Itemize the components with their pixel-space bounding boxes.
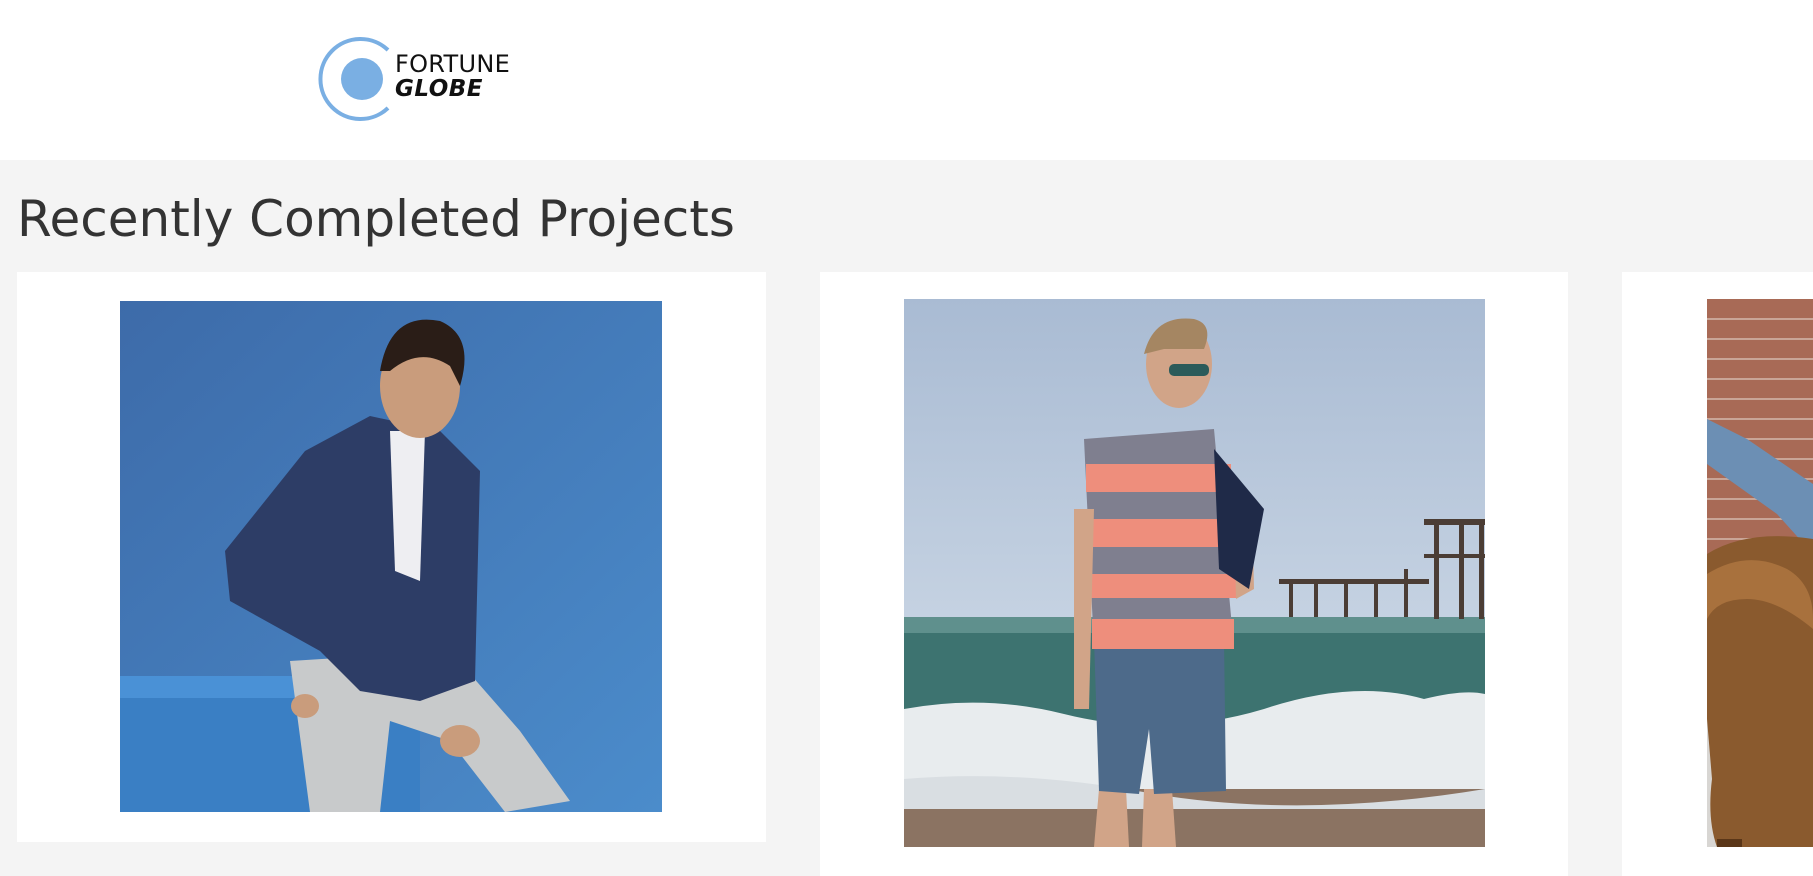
logo-text-globe: GLOBE [395, 76, 484, 102]
globe-logo-icon [318, 37, 390, 121]
section-title: Recently Completed Projects [17, 190, 735, 248]
logo-text-fortune: FORTUNE [395, 50, 511, 78]
site-header: FORTUNE GLOBE [0, 0, 1813, 160]
project-image-1[interactable] [120, 301, 662, 812]
project-card-2[interactable] [820, 272, 1568, 876]
fortune-globe-logo[interactable]: FORTUNE GLOBE [318, 34, 538, 124]
project-card-3[interactable] [1622, 272, 1813, 876]
project-image-3[interactable] [1707, 299, 1813, 847]
project-image-2[interactable] [904, 299, 1485, 847]
project-card-1[interactable] [17, 272, 766, 842]
